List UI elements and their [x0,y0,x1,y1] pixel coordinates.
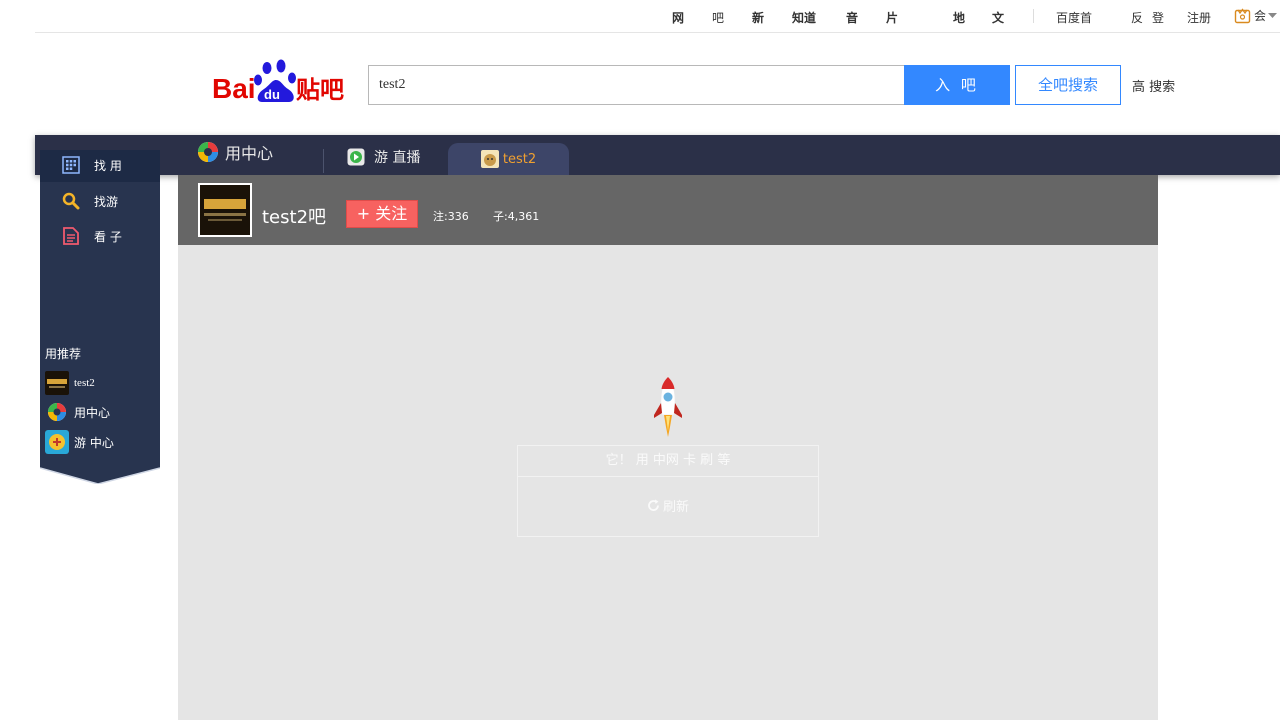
post-count: 子:4,361 [493,210,540,223]
grid-icon [60,155,82,175]
sidebar-item-find-game[interactable]: 找游 [60,191,118,211]
tab-user-center-label: 用中心 [225,144,274,163]
sidebar-label: 看 子 [94,229,122,244]
refresh-icon [648,499,659,511]
enter-forum-button[interactable]: 入 吧 [904,65,1010,105]
member-label: 会 [1254,9,1267,23]
nav-link-music[interactable]: 音 [846,9,858,26]
tab-game-live[interactable]: 游 直播 [347,137,420,177]
login-link[interactable]: 登 [1152,9,1164,26]
rocket-icon [654,376,682,437]
sidebar-rec-label: test2 [74,377,95,389]
tab-divider [323,149,324,173]
sidebar-rec-label: 用中心 [74,405,111,420]
message-text: 它！ 用 中网 卡 刷 等 [518,446,818,477]
sidebar-bottom-notch [40,460,160,484]
sidebar-rec-user-center[interactable]: 用中心 [45,400,110,424]
app-tab-bar: 用中心 游 直播 test2 [35,135,1280,175]
refresh-link[interactable]: 刷新 [518,496,818,515]
sidebar-recommend-title: 用推荐 [45,347,82,361]
svg-text:贴吧: 贴吧 [296,76,344,104]
sidebar-rec-test2[interactable]: test2 [45,371,95,395]
user-center-icon [45,400,69,424]
nav-link-news[interactable]: 新 [752,9,764,26]
nav-link-web[interactable]: 网 [672,9,684,26]
tab-game-live-label: 游 直播 [374,150,421,166]
forum-name[interactable]: test2吧 [262,203,326,229]
game-center-icon [45,430,69,454]
follower-count: 注:336 [433,210,469,223]
tab-forum-test2[interactable]: test2 [448,143,569,175]
baidu-paw-icon: Bai du 贴吧 [212,59,344,104]
nav-link-images[interactable]: 片 [886,9,898,26]
top-nav: 网 吧 新 知道 音 片 地 文 百度首 反 登 注册 会 [35,0,1280,33]
search-all-button[interactable]: 全吧搜索 [1015,65,1121,105]
forum-avatar-icon [480,150,499,168]
nav-link-zhidao[interactable]: 知道 [792,9,816,26]
nav-divider [1033,9,1034,23]
game-live-icon [347,148,365,166]
sidebar-label: 找 用 [94,158,122,173]
main-content: 它！ 用 中网 卡 刷 等 刷新 [178,245,1158,720]
sports-avatar-icon [200,185,250,235]
search-icon [60,191,82,211]
sidebar-label: 找游 [94,194,119,209]
message-box: 它！ 用 中网 卡 刷 等 刷新 [517,445,819,537]
nav-link-home[interactable]: 百度首 [1056,9,1092,26]
refresh-label: 刷新 [662,500,689,515]
sidebar-item-view-posts[interactable]: 看 子 [60,226,122,246]
member-crown-icon [1234,8,1251,24]
search-input[interactable] [368,65,905,105]
forum-header: test2吧 + 关注 注:336 子:4,361 [178,175,1158,245]
nav-link-map[interactable]: 地 [953,9,965,26]
forum-avatar[interactable] [198,183,252,237]
sports-avatar-icon [45,371,69,395]
left-sidebar: 找 用 找游 看 子 用推荐 test2 用中心 游 中心 [40,150,160,460]
tab-forum-label: test2 [502,151,537,167]
nav-link-tieba[interactable]: 吧 [712,9,724,26]
chevron-down-icon [1268,12,1278,18]
member-link[interactable]: 会 [1234,7,1278,24]
follow-button[interactable]: + 关注 [346,200,418,228]
nav-link-wenku[interactable]: 文 [992,9,1004,26]
user-center-icon [198,142,218,162]
logo-bai-text: Bai [212,73,256,104]
sidebar-rec-game-center[interactable]: 游 中心 [45,430,114,454]
register-link[interactable]: 注册 [1187,9,1211,26]
sidebar-rec-label: 游 中心 [74,435,114,450]
sidebar-item-find-app[interactable]: 找 用 [60,155,122,175]
tab-user-center[interactable]: 用中心 [197,132,273,172]
advanced-search-link[interactable]: 高 搜索 [1132,76,1175,95]
tieba-logo[interactable]: Bai du 贴吧 [212,58,352,104]
svg-text:du: du [264,87,280,102]
document-icon [60,226,82,246]
feedback-link[interactable]: 反 [1131,9,1143,26]
